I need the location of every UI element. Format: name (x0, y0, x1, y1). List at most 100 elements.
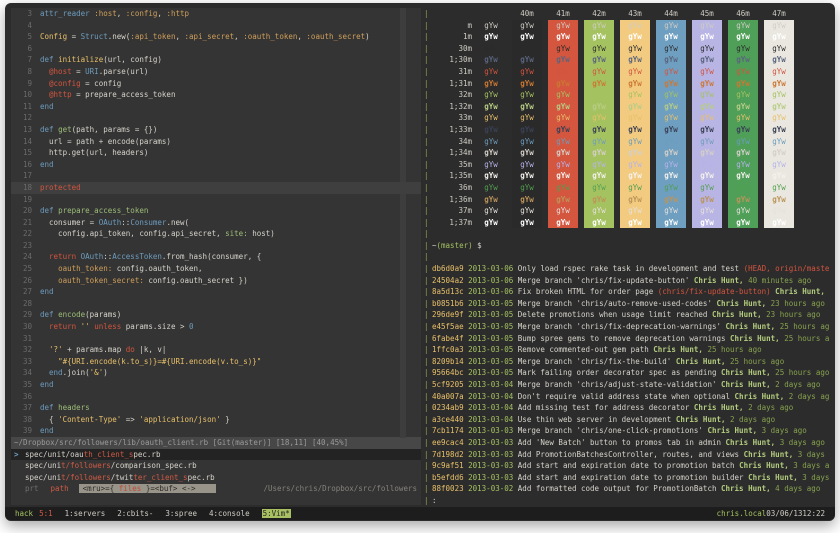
code-line-29[interactable]: 29 def encode(params) (11, 309, 421, 321)
code-line-9[interactable]: 9 @config = config (11, 78, 421, 90)
code-line-33[interactable]: 33 "#{URI.encode(k.to_s)}=#{URI.encode(v… (11, 356, 421, 368)
text-segment: encode (58, 310, 86, 320)
pane-divider-icon: | (424, 78, 429, 88)
color-table-row-1_31m: | 1;31m gYw gYw gYw gYw gYw gYw gYw gYw gYw (421, 77, 829, 90)
text-segment (40, 90, 49, 99)
commit-author: Chris Hunt, (748, 472, 798, 482)
tmux-window-3[interactable]: 3:spree (165, 509, 197, 518)
code-line-16[interactable]: 16 end (11, 159, 421, 171)
text-segment: do (125, 345, 135, 355)
color-sample: gYw (484, 78, 498, 88)
code-line-22[interactable]: 22 config.api_token, config.api_secret, … (11, 228, 421, 240)
text-segment: http.get(url, headers) (40, 148, 149, 158)
code-line-6[interactable]: 6 (11, 43, 421, 55)
code-line-30[interactable]: 30 return '' unless params.size > 0 (11, 321, 421, 333)
git-log-entry-11: | 40a007a 2013-03-04 Don't require valid … (421, 391, 829, 403)
code-line-12[interactable]: 12 (11, 112, 421, 124)
commit-author: Chris Hunt, (725, 322, 776, 332)
commit-relative-time: 23 hours ago (761, 310, 821, 320)
code-line-8[interactable]: 8 @host = URI.parse(url) (11, 66, 421, 78)
ansi-code-label: 32m (458, 90, 472, 100)
code-line-23[interactable]: 23 (11, 240, 421, 252)
shell-pane[interactable]: | 40m 41m 42m 43m 44m 45m 46m 47m | m gYw gYw gYw gYw g… (421, 8, 829, 505)
text-segment: end (40, 159, 54, 169)
ctrlp-result-1[interactable]: spec/unit/followers/comparison_spec.rb (11, 460, 421, 472)
code-line-39[interactable]: 39 end (11, 425, 421, 437)
code-line-19[interactable]: 19 (11, 194, 421, 206)
pager-prompt-row[interactable]: |: (421, 495, 829, 505)
code-line-32[interactable]: 32 '?' + params.map do |k, v| (11, 344, 421, 356)
git-log-entry-18: | b5efdd6 2013-03-03 Add start and expira… (421, 472, 829, 484)
color-sample: gYw (692, 42, 722, 55)
code-line-34[interactable]: 34 end.join('&') (11, 367, 421, 379)
color-sample: gYw (620, 123, 650, 136)
color-sample: gYw (548, 31, 578, 43)
color-sample: gYw (512, 54, 542, 66)
git-log-entry-0: | db6d0a9 2013-03-06 Only load rspec rake… (421, 263, 829, 275)
ctrlp-prompt[interactable]: prt path <mru>={ files }=<buf> <-> /Users/c… (11, 483, 421, 495)
tmux-window-5[interactable]: 5:Vim* (261, 509, 291, 518)
color-sample: gYw (728, 158, 758, 171)
code-line-35[interactable]: 35 end (11, 379, 421, 391)
commit-relative-time: 40 minutes ago (743, 275, 812, 285)
color-sample: gYw (548, 112, 578, 124)
text-segment (40, 264, 58, 273)
code-line-11[interactable]: 11 end (11, 101, 421, 113)
code-text: return OAuth::AccessToken.from_hash(cons… (40, 251, 261, 263)
code-line-5[interactable]: 5 Config = Struct.new(:api_token, :api_se… (11, 31, 421, 43)
tmux-window-2[interactable]: 2:cbits- (117, 509, 153, 518)
color-sample: gYw (620, 170, 650, 182)
color-sample: gYw (584, 193, 614, 206)
code-line-18[interactable]: 18 protected (11, 181, 421, 194)
tmux-window-4[interactable]: 4:console (209, 509, 250, 518)
git-log-entry-17: | 9c9af51 2013-03-03 Add start and expira… (421, 460, 829, 472)
code-line-38[interactable]: 38 { 'Content-Type' => 'application/json… (11, 414, 421, 426)
line-number: 30 (22, 322, 32, 332)
commit-author: Chris Hunt, (721, 368, 771, 378)
color-sample: gYw (484, 171, 498, 181)
text-segment: end (40, 380, 54, 389)
code-line-15[interactable]: 15 http.get(url, headers) (11, 147, 421, 159)
commit-author: Chris Hunt, (730, 333, 780, 343)
code-line-25[interactable]: 25 oauth_token: config.oauth_token, (11, 263, 421, 275)
code-line-31[interactable]: 31 (11, 333, 421, 345)
code-line-3[interactable]: 3 attr_reader :host, :config, :http (11, 8, 421, 20)
code-line-17[interactable]: 17 (11, 170, 421, 182)
code-line-4[interactable]: 4 (11, 20, 421, 32)
code-line-14[interactable]: 14 url = path + encode(params) (11, 136, 421, 148)
code-line-36[interactable]: 36 (11, 391, 421, 403)
vim-pane[interactable]: 3 attr_reader :host, :config, :http 4 5 Conf… (11, 8, 421, 505)
color-sample: gYw (620, 77, 650, 90)
ctrlp-result-2[interactable]: spec/unit/followers/twitter_client_spec.… (11, 472, 421, 484)
code-area[interactable]: 3 attr_reader :host, :config, :http 4 5 Conf… (11, 8, 421, 437)
git-log-entry-16: | 7d198d2 2013-03-03 Add PromotionBatches… (421, 449, 829, 461)
pane-divider-icon: | (424, 449, 429, 459)
tmux-window-1[interactable]: 1:servers (65, 509, 106, 518)
code-line-10[interactable]: 10 @http = prepare_access_token (11, 89, 421, 101)
commit-message: Fix broken HTML for order page (517, 287, 658, 297)
color-sample: gYw (584, 89, 614, 101)
git-log-entry-5: | e45f5ae 2013-03-05 Merge branch 'chris/… (421, 321, 829, 333)
line-number: 29 (22, 310, 32, 320)
code-line-21[interactable]: 21 consumer = OAuth::Consumer.new( (11, 217, 421, 229)
color-sample: gYw (692, 147, 722, 159)
color-sample: gYw (656, 89, 686, 101)
line-number: 20 (22, 206, 32, 216)
text-segment: :: (103, 252, 113, 262)
color-sample: gYw (512, 77, 542, 90)
tmux-time: 12:22 (802, 509, 825, 518)
color-table-row-1_35m: | 1;35m gYw gYw gYw gYw gYw gYw gYw gYw gYw (421, 170, 829, 182)
code-line-24[interactable]: 24 return OAuth::AccessToken.from_hash(c… (11, 251, 421, 263)
code-line-20[interactable]: 20 def prepare_access_token (11, 205, 421, 217)
shell-prompt-row[interactable]: | ~(master) $ (421, 240, 829, 252)
ctrlp-result-0[interactable]: > spec/unit/oauth_client_spec.rb (11, 448, 421, 461)
code-line-26[interactable]: 26 oauth_token_secret: config.oauth_secr… (11, 275, 421, 287)
code-line-7[interactable]: 7 def initialize(url, config) (11, 54, 421, 66)
code-line-28[interactable]: 28 (11, 298, 421, 310)
commit-hash: 40a007a (432, 391, 464, 401)
code-line-27[interactable]: 27 end (11, 286, 421, 298)
code-line-13[interactable]: 13 def get(path, params = {}) (11, 124, 421, 136)
commit-date: 2013-03-05 (468, 356, 514, 366)
code-line-37[interactable]: 37 def headers (11, 402, 421, 414)
color-column-header: 47m (772, 9, 786, 18)
